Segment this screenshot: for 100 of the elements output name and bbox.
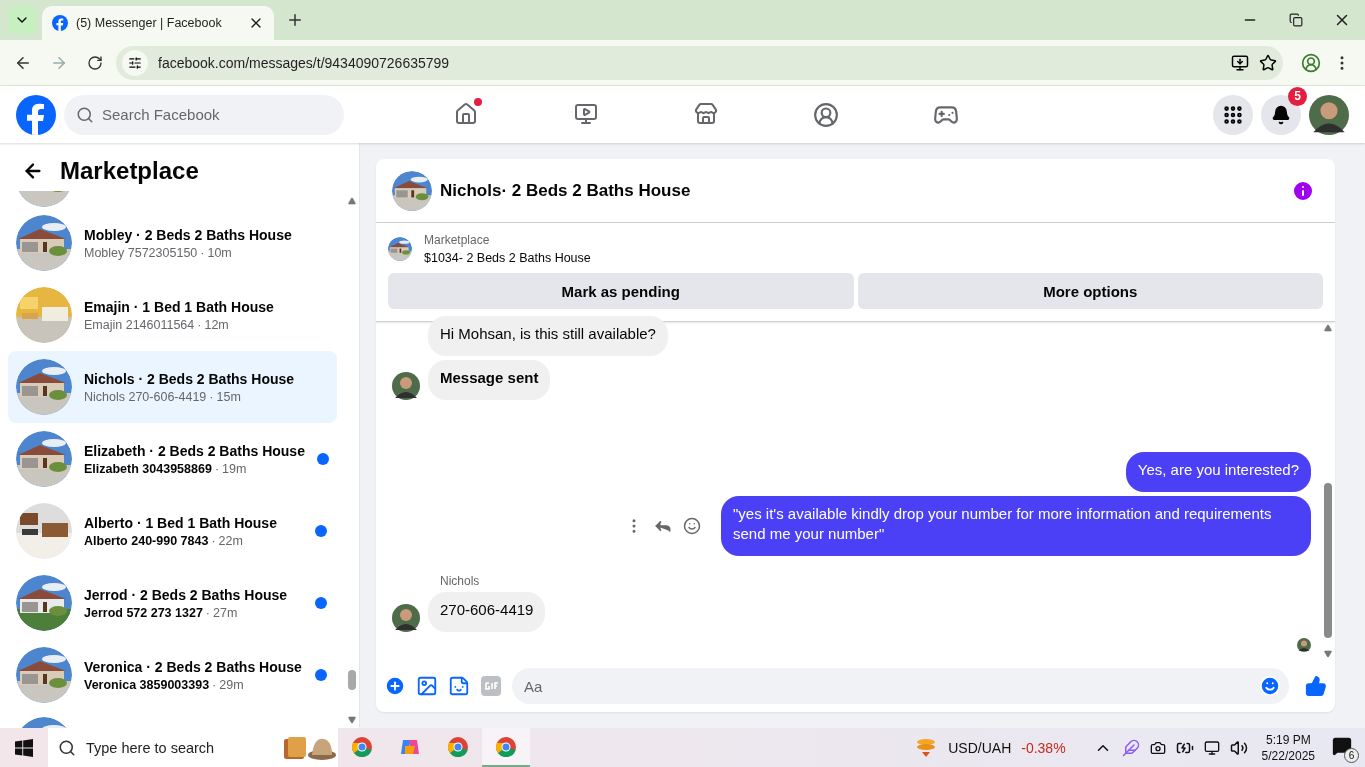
store-icon[interactable] <box>694 101 718 126</box>
separator: · <box>197 317 202 332</box>
conversation-time: 29m <box>219 677 244 692</box>
home-icon[interactable] <box>454 101 478 126</box>
conversation-subtitle: Emajin 2146011564 <box>84 317 195 332</box>
separator: · <box>212 677 217 692</box>
conversation-time: 15m <box>216 389 241 404</box>
sender-name: Nichols <box>439 574 481 588</box>
separator: · <box>200 245 205 260</box>
camera-icon[interactable] <box>1149 739 1166 756</box>
image-icon[interactable] <box>416 675 438 697</box>
reload-icon[interactable] <box>87 54 103 71</box>
emoji-icon[interactable] <box>1259 675 1281 697</box>
browser-icon[interactable] <box>448 736 468 757</box>
conversation-item[interactable]: Elizabeth · 2 Beds 2 Baths House Elizabeth 3043958869 · 19m <box>8 423 337 495</box>
conversation-time: 22m <box>218 533 243 548</box>
scrollbar-thumb[interactable] <box>1324 483 1332 638</box>
conversation-time: 12m <box>204 317 229 332</box>
conversation-time: 19m <box>222 461 247 476</box>
conversation-title: Nichols · 2 Beds 2 Baths House <box>84 370 296 387</box>
notification-badge: 5 <box>1288 86 1307 106</box>
scroll-down-icon[interactable] <box>348 716 356 724</box>
conversation-subtitle: Mobley 7572305150 <box>84 245 198 260</box>
search-icon <box>58 738 76 757</box>
react-icon[interactable] <box>683 517 701 535</box>
message-bubble: Hi Mohsan, is this still available? <box>428 316 668 356</box>
install-icon[interactable] <box>1231 53 1249 72</box>
listing-name: $1034- 2 Beds 2 Baths House <box>424 251 591 265</box>
windows-icon[interactable] <box>15 738 33 757</box>
clock[interactable]: 5:19 PM 5/22/2025 <box>1261 731 1315 764</box>
volume-icon[interactable] <box>1229 738 1248 757</box>
message-bubble: Message sent <box>428 360 551 400</box>
tab-title: (5) Messenger | Facebook <box>76 16 223 30</box>
address-bar[interactable]: facebook.com/messages/t/9434090726635799 <box>116 45 1283 80</box>
conversation-title: Jerrod · 2 Beds 2 Baths House <box>84 586 289 603</box>
conversation-subtitle: Veronica 3859003393 <box>84 677 210 692</box>
conversation-time: 27m <box>213 605 238 620</box>
sticker-icon[interactable] <box>448 675 470 697</box>
profile-icon[interactable] <box>1301 52 1321 73</box>
message-field[interactable]: Aa <box>512 668 1289 704</box>
scroll-up-icon[interactable] <box>1324 324 1332 332</box>
network-icon[interactable] <box>1203 739 1220 756</box>
scroll-up-icon[interactable] <box>348 197 356 205</box>
grid-icon <box>1222 103 1244 126</box>
notification-dot <box>474 97 482 106</box>
message-bubble: Yes, are you interested? <box>1125 452 1311 492</box>
conversation-title: Veronica · 2 Beds 2 Baths House <box>84 658 303 675</box>
listing-source: Marketplace <box>424 233 491 247</box>
conversation-subtitle: Jerrod 572 273 1327 <box>84 605 203 620</box>
new-tab-icon[interactable] <box>286 11 304 29</box>
scrollbar-thumb[interactable] <box>348 670 356 690</box>
browser-icon[interactable] <box>352 736 372 757</box>
notifications-button[interactable]: 6 <box>1329 732 1359 763</box>
pen-icon[interactable] <box>1121 738 1140 757</box>
facebook-icon <box>52 15 68 31</box>
separator: · <box>211 533 216 548</box>
scroll-down-icon[interactable] <box>1324 650 1332 658</box>
conversation-title: Elizabeth · 2 Beds 2 Baths House <box>84 442 305 459</box>
site-settings-icon[interactable] <box>128 55 142 70</box>
separator: · <box>205 605 210 620</box>
facebook-logo[interactable] <box>16 94 56 135</box>
conversation-title: Alberto · 1 Bed 1 Bath House <box>84 514 278 531</box>
conversation-title: Emajin · 1 Bed 1 Bath House <box>84 298 275 315</box>
conversation-item[interactable]: Veronica · 2 Beds 2 Baths House Veronica 3859003393 · 29m <box>8 639 337 711</box>
separator: · <box>214 461 220 476</box>
action-button[interactable]: More options <box>857 273 1323 309</box>
message-bubble: 270-606-4419 <box>428 592 546 632</box>
groups-icon[interactable] <box>813 101 839 128</box>
currency-pair: USD/UAH <box>948 739 1012 756</box>
action-button[interactable]: Mark as pending <box>388 273 854 309</box>
conversation-time: 10m <box>207 245 232 260</box>
search-field[interactable]: Search Facebook <box>64 94 344 135</box>
like-icon[interactable] <box>1305 675 1327 697</box>
bell-icon <box>1271 104 1291 125</box>
avatar <box>1309 94 1349 135</box>
taskbar-search-field[interactable]: Type here to search <box>48 728 338 767</box>
conversation-item[interactable]: Emajin · 1 Bed 1 Bath House Emajin 2146011564 · 12m <box>8 279 337 351</box>
avatar <box>1297 638 1311 652</box>
menu-button[interactable] <box>1213 94 1253 135</box>
conversation-subtitle: Nichols 270-606-4419 <box>84 389 207 404</box>
bookmark-star-icon[interactable] <box>1259 53 1277 72</box>
conversation-item[interactable]: Jerrod · 2 Beds 2 Baths House Jerrod 572 273 1327 · 27m <box>8 567 337 639</box>
conversation-item[interactable]: Alberto · 1 Bed 1 Bath House Alberto 240-990 7843 · 22m <box>8 495 337 567</box>
video-icon[interactable] <box>574 101 598 126</box>
conversation-subtitle: Alberto 240-990 7843 <box>84 533 209 548</box>
conversation-item[interactable]: Mobley · 2 Beds 2 Baths House Mobley 7572305150 · 10m <box>8 207 337 279</box>
separator: · <box>209 389 214 404</box>
restore-icon[interactable] <box>1289 13 1303 27</box>
add-icon[interactable] <box>384 675 406 697</box>
conversation-item[interactable]: Nichols · 2 Beds 2 Baths House Nichols 270-606-4419 · 15m <box>8 351 337 423</box>
chat-title: Nichols· 2 Beds 2 Baths House <box>440 180 692 201</box>
conversation-subtitle: Elizabeth 3043958869 <box>84 461 212 476</box>
message-bubble: "yes it's available kindly drop your number for more information and requirements send me your number" <box>721 496 1311 556</box>
search-icon <box>76 105 94 124</box>
tab-search-button[interactable] <box>8 6 36 34</box>
conversation-title: Mobley · 2 Beds 2 Baths House <box>84 226 293 243</box>
currency-change: -0.38% <box>1021 739 1066 756</box>
browser-tab[interactable]: (5) Messenger | Facebook <box>42 6 274 40</box>
browser-icon[interactable] <box>496 736 516 757</box>
sidebar-title: Marketplace <box>60 157 199 185</box>
